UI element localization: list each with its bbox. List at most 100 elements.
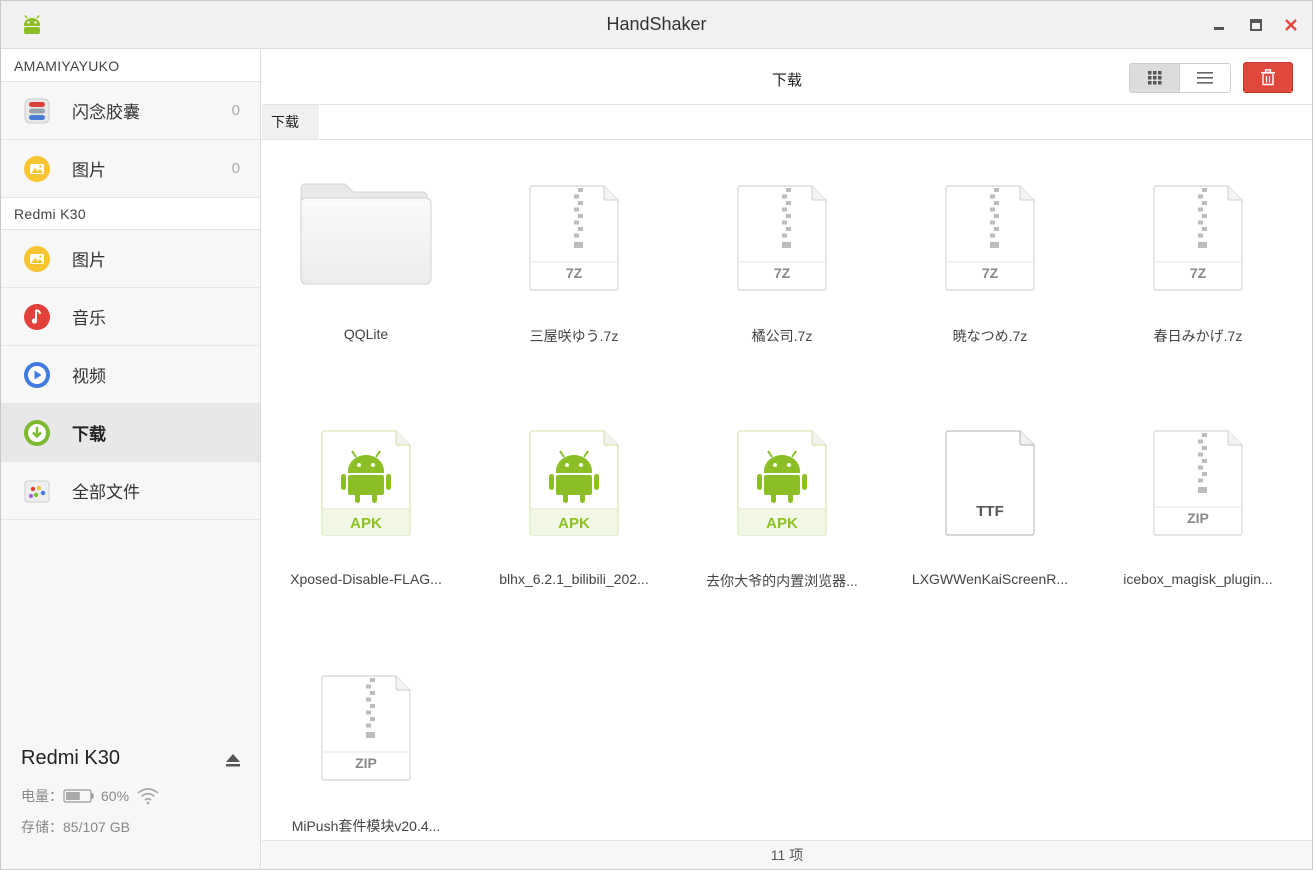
svg-text:7Z: 7Z (566, 265, 583, 281)
sidebar-item-account-pictures[interactable]: 图片 0 (1, 140, 260, 198)
svg-text:APK: APK (558, 515, 590, 532)
battery-icon (63, 789, 94, 803)
folder-item[interactable]: QQLite (271, 140, 461, 360)
zip-file-icon: 7Z (945, 185, 1035, 298)
section-header-account: AMAMIYAYUKO (1, 50, 260, 82)
zip-file-icon-graphic: ZIP (321, 675, 411, 781)
device-name: Redmi K30 (21, 747, 120, 769)
sidebar-item-video[interactable]: 视频 (1, 346, 260, 404)
status-bar: 11 项 (262, 840, 1312, 869)
view-mode-toggle (1129, 63, 1231, 93)
svg-text:ZIP: ZIP (355, 755, 377, 771)
svg-text:APK: APK (350, 515, 382, 532)
device-info-panel: Redmi K30 电量： 60% 存储：85/107 GB (1, 739, 260, 869)
pictures-icon (24, 156, 50, 182)
sidebar: AMAMIYAYUKO 闪念胶囊 0 图片 0 Redmi K30 图片 音乐 … (1, 50, 261, 869)
battery-label: 电量： (21, 788, 63, 804)
file-item[interactable]: APK blhx_6.2.1_bilibili_202... (479, 385, 669, 605)
toolbar: 下载 (262, 50, 1312, 105)
pictures-icon (24, 246, 50, 272)
svg-text:7Z: 7Z (982, 265, 999, 281)
close-button[interactable] (1281, 15, 1301, 35)
item-count: 11 项 (770, 847, 804, 863)
file-name: 春日みかげ.7z (1153, 328, 1243, 344)
file-item[interactable]: 7Z 春日みかげ.7z (1103, 140, 1293, 360)
file-name: 三屋咲ゆう.7z (529, 328, 619, 344)
file-name: icebox_magisk_plugin... (1123, 571, 1273, 587)
breadcrumb-item[interactable]: 下载 (262, 105, 319, 139)
wifi-icon (137, 788, 159, 805)
folder-icon (299, 180, 433, 293)
battery-percent: 60% (101, 788, 130, 804)
apk-file-icon: APK (737, 430, 827, 543)
svg-text:7Z: 7Z (1190, 265, 1207, 281)
file-item[interactable]: APK Xposed-Disable-FLAG... (271, 385, 461, 605)
zip-file-icon: ZIP (321, 675, 411, 788)
list-view-button[interactable] (1180, 64, 1230, 92)
zip-file-icon-graphic: 7Z (737, 185, 827, 291)
file-item[interactable]: APK 去你大爷的内置浏览器... (687, 385, 877, 605)
video-icon (24, 362, 50, 388)
svg-text:TTF: TTF (976, 503, 1004, 520)
zip-file-icon: 7Z (737, 185, 827, 298)
eject-icon[interactable] (225, 753, 241, 767)
zip-file-icon: ZIP (1153, 430, 1243, 543)
all-files-icon (24, 480, 50, 503)
file-item[interactable]: 7Z 橘公司.7z (687, 140, 877, 360)
title-bar[interactable]: HandShaker (1, 1, 1312, 49)
sidebar-item-count: 0 (231, 160, 240, 177)
sidebar-item-pictures[interactable]: 图片 (1, 230, 260, 288)
apk-file-icon-graphic: APK (529, 430, 619, 536)
svg-text:APK: APK (766, 515, 798, 532)
breadcrumb: 下载 (262, 105, 1312, 140)
maximize-icon (1250, 19, 1262, 31)
sidebar-item-download[interactable]: 下载 (1, 404, 260, 462)
font-file-icon-graphic: TTF (945, 430, 1035, 536)
zip-file-icon: 7Z (529, 185, 619, 298)
minimize-icon (1214, 27, 1224, 30)
sidebar-item-label: 全部文件 (72, 483, 140, 502)
section-header-device: Redmi K30 (1, 198, 260, 230)
download-icon (24, 420, 50, 446)
storage-status: 存储：85/107 GB (21, 819, 130, 835)
delete-button[interactable] (1243, 62, 1293, 93)
close-icon (1285, 19, 1297, 31)
apk-file-icon-graphic: APK (737, 430, 827, 536)
sidebar-item-music[interactable]: 音乐 (1, 288, 260, 346)
svg-text:7Z: 7Z (774, 265, 791, 281)
file-name: MiPush套件模块v20.4... (291, 818, 441, 834)
sidebar-item-label: 闪念胶囊 (72, 103, 140, 122)
list-icon (1197, 72, 1213, 84)
file-name: 橘公司.7z (751, 328, 813, 344)
zip-file-icon-graphic: ZIP (1153, 430, 1243, 536)
zip-file-icon: 7Z (1153, 185, 1243, 298)
minimize-button[interactable] (1209, 15, 1229, 35)
grid-icon (1147, 71, 1161, 85)
apk-file-icon: APK (529, 430, 619, 543)
sidebar-item-label: 视频 (72, 367, 106, 386)
file-item[interactable]: ZIP MiPush套件模块v20.4... (271, 630, 461, 850)
sidebar-item-all-files[interactable]: 全部文件 (1, 462, 260, 520)
zip-file-icon-graphic: 7Z (1153, 185, 1243, 291)
zip-file-icon-graphic: 7Z (529, 185, 619, 291)
grid-view-button[interactable] (1130, 64, 1180, 92)
file-item[interactable]: TTF LXGWWenKaiScreenR... (895, 385, 1085, 605)
main-panel: 下载 下载 QQLite 7Z 三屋咲ゆう.7z 7Z 橘公司.7z 7Z 暁な… (262, 50, 1312, 869)
file-item[interactable]: ZIP icebox_magisk_plugin... (1103, 385, 1293, 605)
folder-icon-graphic (300, 183, 432, 285)
sidebar-item-label: 图片 (72, 161, 106, 180)
sidebar-item-flash-capsule[interactable]: 闪念胶囊 0 (1, 82, 260, 140)
zip-file-icon-graphic: 7Z (945, 185, 1035, 291)
trash-icon (1261, 69, 1275, 86)
file-item[interactable]: 7Z 三屋咲ゆう.7z (479, 140, 669, 360)
sidebar-item-label: 下载 (72, 425, 106, 444)
sidebar-item-count: 0 (231, 102, 240, 119)
file-name: blhx_6.2.1_bilibili_202... (499, 571, 649, 587)
maximize-button[interactable] (1246, 15, 1266, 35)
file-name: LXGWWenKaiScreenR... (911, 571, 1069, 587)
sidebar-item-label: 图片 (72, 251, 106, 270)
file-item[interactable]: 7Z 暁なつめ.7z (895, 140, 1085, 360)
apk-file-icon-graphic: APK (321, 430, 411, 536)
font-file-icon: TTF (945, 430, 1035, 543)
file-name: Xposed-Disable-FLAG... (290, 571, 442, 587)
